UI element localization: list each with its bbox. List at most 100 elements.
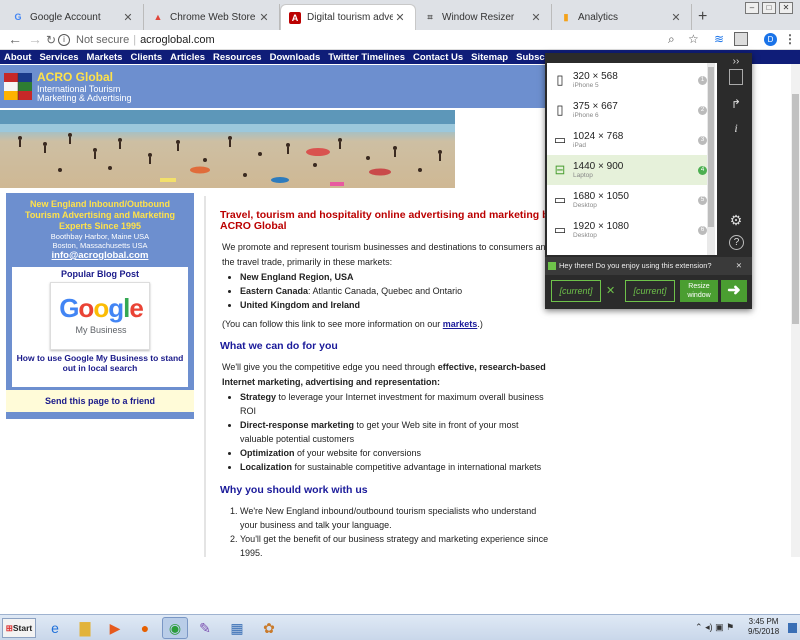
start-button[interactable]: ⊞Start	[2, 618, 36, 638]
markets-link[interactable]: markets	[443, 319, 478, 329]
nav-downloads[interactable]: Downloads	[266, 52, 325, 63]
height-input[interactable]: [current]	[625, 280, 675, 302]
reload-icon[interactable]: ↻	[46, 33, 56, 47]
help-icon[interactable]: ?	[729, 235, 744, 250]
profile-avatar[interactable]: D	[764, 33, 777, 46]
window-close-button[interactable]: ✕	[779, 2, 793, 14]
show-hidden-icon[interactable]: ⌃	[695, 622, 703, 632]
extension-icon[interactable]: ≋	[714, 32, 724, 46]
back-arrow-icon[interactable]: ←	[8, 31, 22, 47]
preset-device-name: iPad	[573, 142, 587, 149]
google-my-business-image[interactable]: Google My Business	[50, 282, 150, 350]
nav-resources[interactable]: Resources	[209, 52, 266, 63]
custom-size-controls: [current] ✕ [current] Resize window ➜	[545, 275, 752, 309]
nav-articles[interactable]: Articles	[166, 52, 209, 63]
window-resizer-icon[interactable]	[734, 32, 748, 46]
device-preset-list: ▯ 320 × 568 iPhone 5 1 ▯ 375 × 667 iPhone …	[547, 63, 717, 255]
preset-desktop-1680[interactable]: ▭ 1680 × 1050 Desktop 5	[547, 185, 715, 215]
close-tab-icon[interactable]: ✕	[529, 11, 543, 24]
close-icon[interactable]: ✕	[736, 257, 742, 275]
file-explorer-icon[interactable]: ▇	[72, 617, 98, 639]
close-tab-icon[interactable]: ✕	[121, 11, 135, 24]
preset-laptop[interactable]: ⊟ 1440 × 900 Laptop 4	[547, 155, 715, 185]
preset-iphone-6[interactable]: ▯ 375 × 667 iPhone 6 2	[547, 95, 715, 125]
what-paragraph: We'll give you the competitive edge you …	[222, 360, 552, 390]
popular-blog-post-box: Popular Blog Post Google My Business How…	[12, 267, 188, 387]
section-heading-what: What we can do for you	[220, 340, 338, 352]
paint-palette-icon[interactable]: ✿	[256, 617, 282, 639]
service-name: Localization	[240, 462, 293, 472]
preset-ipad[interactable]: ▭ 1024 × 768 iPad 3	[547, 125, 715, 155]
network-icon[interactable]: ▣	[715, 622, 724, 632]
firefox-icon[interactable]: ●	[132, 617, 158, 639]
close-tab-icon[interactable]: ✕	[393, 11, 407, 24]
nav-markets[interactable]: Markets	[83, 52, 127, 63]
preset-number-badge: 2	[698, 105, 707, 115]
minimize-button[interactable]: –	[745, 2, 759, 14]
taskbar: ⊞Start e ▇ ▶ ● ◉ ✎ ▦ ✿ ⌃ ◂) ▣ ⚑ 3:45 PM …	[0, 614, 800, 640]
nav-sitemap[interactable]: Sitemap	[467, 52, 512, 63]
flag-icon[interactable]: ⚑	[726, 622, 734, 632]
email-link[interactable]: info@acroglobal.com	[12, 250, 188, 261]
gear-icon[interactable]: ⚙	[727, 211, 745, 229]
new-tab-button[interactable]: +	[698, 8, 707, 26]
tab-title: Chrome Web Store - window resi	[170, 11, 257, 23]
page-scrollbar[interactable]	[791, 64, 800, 557]
address-bar[interactable]: i Not secure | acroglobal.com	[58, 31, 710, 49]
star-icon[interactable]: ☆	[688, 32, 699, 46]
nav-services[interactable]: Services	[35, 52, 82, 63]
apply-arrow-icon[interactable]: ➜	[721, 280, 747, 302]
preset-list-scrollbar[interactable]	[707, 63, 715, 255]
close-tab-icon[interactable]: ✕	[257, 11, 271, 24]
scrollbar-thumb[interactable]	[708, 67, 714, 227]
beach-banner-image	[0, 110, 455, 188]
volume-icon[interactable]: ◂)	[705, 622, 713, 632]
nav-twitter-timelines[interactable]: Twitter Timelines	[324, 52, 409, 63]
times-icon: ✕	[606, 285, 616, 297]
tab-title: Window Resizer	[442, 11, 515, 23]
info-icon[interactable]: i	[58, 34, 70, 46]
tab-title: Digital tourism advertising marke	[307, 12, 393, 23]
menu-icon[interactable]: ⋮	[784, 32, 796, 46]
windows-logo-icon: ⊞	[5, 623, 13, 633]
search-icon[interactable]: ⌕	[668, 32, 675, 47]
follow-text: .)	[477, 319, 483, 329]
chrome-icon[interactable]: ◉	[162, 617, 188, 639]
list-item: United Kingdom and Ireland	[240, 298, 552, 312]
follow-text: (You can follow this link to see more in…	[222, 319, 443, 329]
start-label: Start	[12, 623, 33, 633]
width-input[interactable]: [current]	[551, 280, 601, 302]
close-tab-icon[interactable]: ✕	[669, 11, 683, 24]
tab-google-account[interactable]: G Google Account ✕	[4, 4, 144, 30]
info-icon[interactable]: i	[727, 119, 745, 137]
tab-window-resizer[interactable]: ⌗ Window Resizer ✕	[416, 4, 552, 30]
service-name: Direct-response marketing	[240, 420, 355, 430]
preset-desktop-1920[interactable]: ▭ 1920 × 1080 Desktop 6	[547, 215, 715, 245]
tab-analytics[interactable]: ▮ Analytics ✕	[552, 4, 692, 30]
nav-contact-us[interactable]: Contact Us	[409, 52, 467, 63]
scrollbar-thumb[interactable]	[792, 94, 799, 324]
tab-chrome-web-store[interactable]: ▲ Chrome Web Store - window resi ✕	[144, 4, 280, 30]
resize-window-button[interactable]: Resize window	[680, 280, 718, 302]
phone-icon: ▯	[556, 102, 564, 117]
preset-iphone-5[interactable]: ▯ 320 × 568 iPhone 5 1	[547, 65, 715, 95]
send-to-friend-link[interactable]: Send this page to a friend	[6, 390, 194, 412]
nav-clients[interactable]: Clients	[126, 52, 166, 63]
maximize-button[interactable]: □	[762, 2, 776, 14]
forward-arrow-icon[interactable]: →	[28, 31, 42, 47]
popular-blog-post-title: Popular Blog Post	[60, 269, 139, 279]
tab-title: Analytics	[578, 11, 619, 23]
network-app-icon[interactable]: ▦	[224, 617, 250, 639]
nav-about[interactable]: About	[0, 52, 35, 63]
show-desktop-button[interactable]	[788, 623, 797, 633]
blog-post-link[interactable]: How to use Google My Business to stand o…	[12, 353, 188, 373]
flags-logo-icon[interactable]	[4, 71, 34, 101]
tab-digital-tourism[interactable]: A Digital tourism advertising marke ✕	[280, 4, 416, 30]
resize-arrow-icon[interactable]: ↱	[727, 95, 745, 113]
media-player-icon[interactable]: ▶	[102, 617, 128, 639]
system-clock[interactable]: 3:45 PM 9/5/2018	[748, 617, 779, 637]
rotate-viewport-icon[interactable]	[729, 69, 743, 85]
site-brand[interactable]: ACRO Global	[37, 70, 113, 84]
internet-explorer-icon[interactable]: e	[42, 617, 68, 639]
paint-app-icon[interactable]: ✎	[192, 617, 218, 639]
